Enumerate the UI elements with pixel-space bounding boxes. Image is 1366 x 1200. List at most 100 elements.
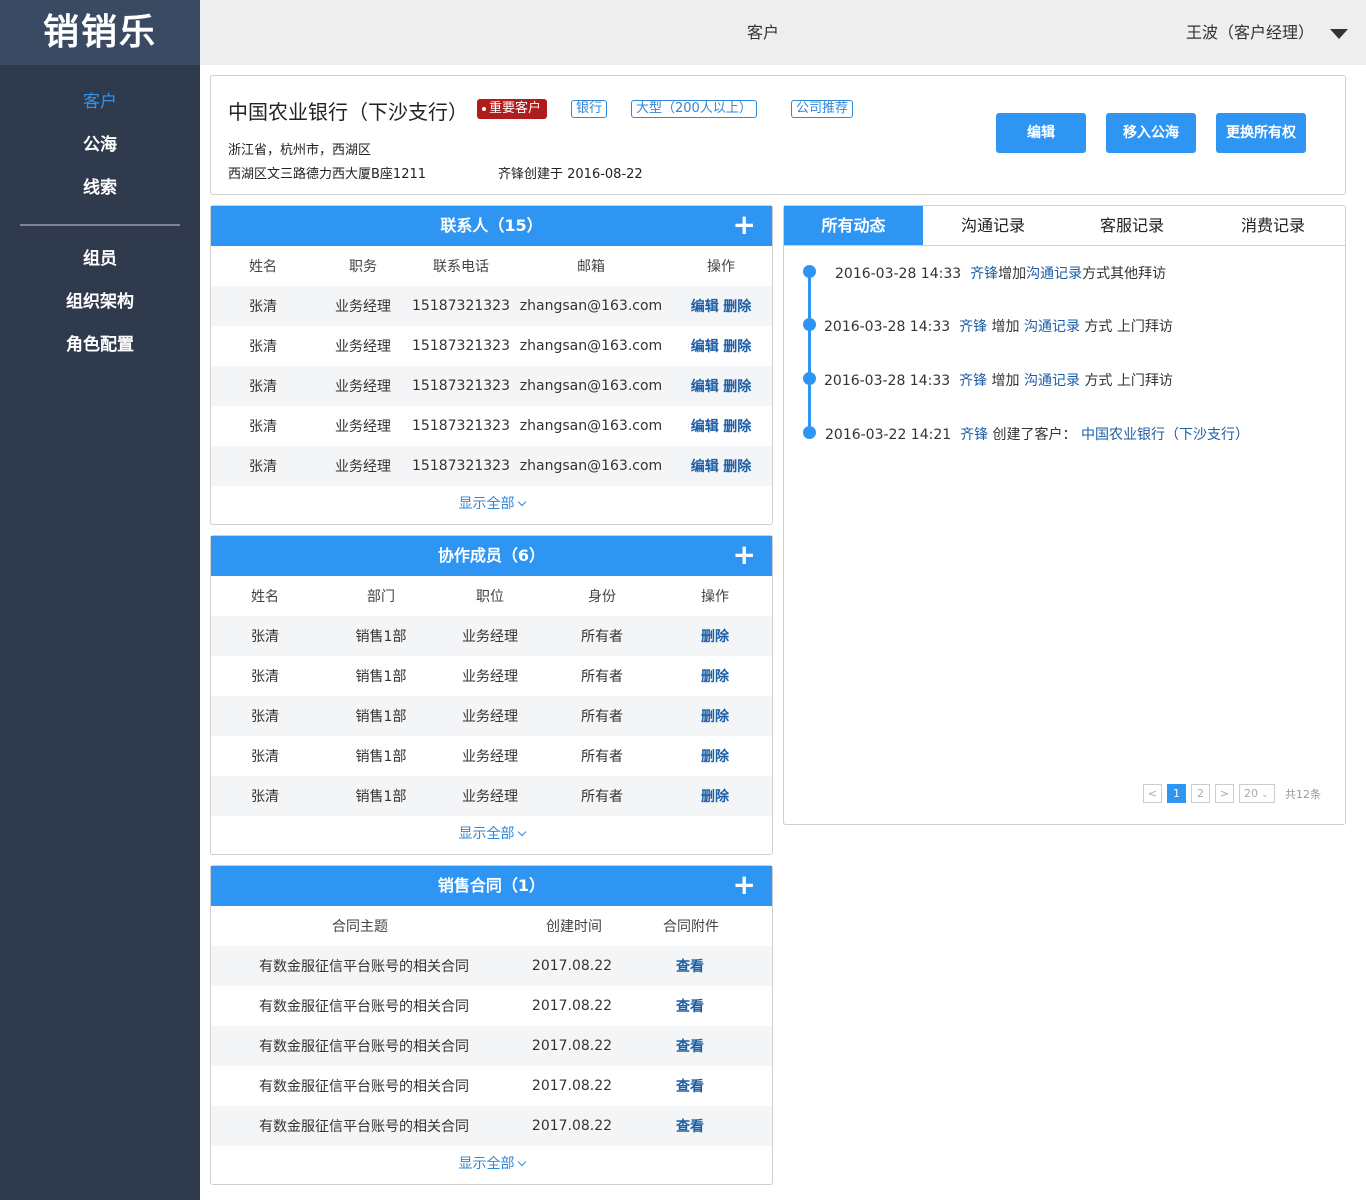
- table-cell: 业务经理: [462, 709, 518, 725]
- nav-item-customers[interactable]: 客户: [0, 81, 200, 124]
- activity-item: 2016-03-22 14:21 齐锋 创建了客户： 中国农业银行（下沙支行）: [825, 424, 1249, 444]
- activity-object[interactable]: 中国农业银行（下沙支行）: [1081, 427, 1249, 443]
- members-show-all[interactable]: 显示全部: [211, 816, 772, 853]
- table-cell: 有数金服征信平台账号的相关合同: [259, 999, 469, 1015]
- table-cell: 张清: [249, 299, 277, 315]
- table-header: 合同主题 创建时间 合同附件: [211, 906, 772, 946]
- contacts-show-all[interactable]: 显示全部: [211, 486, 772, 523]
- timeline-dot: [803, 372, 816, 385]
- add-contract-icon[interactable]: +: [733, 866, 756, 904]
- caret-down-icon[interactable]: [1330, 28, 1348, 39]
- user-name: 王波（客户经理）: [1185, 23, 1314, 42]
- table-row: 张清 销售1部 业务经理 所有者 删除: [211, 736, 772, 776]
- delete-link[interactable]: 删除: [701, 709, 729, 725]
- tab-consumption[interactable]: 消费记录: [1201, 206, 1345, 245]
- pagination: < 1 2 > 20 ⌄ 共12条: [1143, 784, 1321, 803]
- row-actions: 删除: [667, 706, 763, 726]
- members-header: 协作成员（6） +: [211, 536, 772, 576]
- move-to-pool-button[interactable]: 移入公海: [1106, 113, 1196, 153]
- table-row: 有数金服征信平台账号的相关合同 2017.08.22 查看: [211, 986, 772, 1026]
- table-row: 有数金服征信平台账号的相关合同 2017.08.22 查看: [211, 1106, 772, 1146]
- view-link[interactable]: 查看: [676, 1039, 704, 1055]
- edit-link[interactable]: 编辑: [691, 379, 719, 395]
- row-actions: 删除: [667, 626, 763, 646]
- table-cell: 业务经理: [335, 459, 391, 475]
- add-contact-icon[interactable]: +: [733, 206, 756, 244]
- activity-object[interactable]: 沟通记录: [1026, 266, 1082, 282]
- activity-user[interactable]: 齐锋: [960, 427, 988, 443]
- timeline-dot: [803, 265, 816, 278]
- activity-user[interactable]: 齐锋: [970, 266, 998, 282]
- table-row: 张清 业务经理 15187321323 zhangsan@163.com 编辑 删除: [211, 406, 772, 446]
- table-cell: 2017.08.22: [531, 958, 613, 974]
- nav-item-role-config[interactable]: 角色配置: [0, 324, 200, 367]
- change-owner-button[interactable]: 更换所有权: [1216, 113, 1306, 153]
- delete-link[interactable]: 删除: [701, 669, 729, 685]
- view-link[interactable]: 查看: [676, 959, 704, 975]
- delete-link[interactable]: 删除: [701, 629, 729, 645]
- view-link[interactable]: 查看: [676, 1119, 704, 1135]
- edit-link[interactable]: 编辑: [691, 419, 719, 435]
- page-size-select[interactable]: 20 ⌄: [1239, 784, 1275, 803]
- edit-link[interactable]: 编辑: [691, 459, 719, 475]
- nav-item-leads[interactable]: 线索: [0, 167, 200, 210]
- delete-link[interactable]: 删除: [701, 749, 729, 765]
- important-badge: 重要客户: [477, 99, 548, 119]
- delete-link[interactable]: 删除: [723, 379, 751, 395]
- tab-service[interactable]: 客服记录: [1063, 206, 1201, 245]
- activity-time: 2016-03-28 14:33: [824, 319, 951, 335]
- edit-button[interactable]: 编辑: [996, 113, 1086, 153]
- delete-link[interactable]: 删除: [723, 339, 751, 355]
- activity-user[interactable]: 齐锋: [959, 373, 987, 389]
- tab-communication[interactable]: 沟通记录: [923, 206, 1063, 245]
- column-header: 操作: [707, 259, 735, 275]
- activity-object[interactable]: 沟通记录: [1024, 373, 1080, 389]
- activity-detail: 方式其他拜访: [1082, 266, 1167, 282]
- nav-item-members[interactable]: 组员: [0, 238, 200, 281]
- table-cell: 销售1部: [355, 709, 407, 725]
- customer-created: 齐锋创建于 2016-08-22: [498, 167, 643, 182]
- delete-link[interactable]: 删除: [723, 419, 751, 435]
- tag-source: 公司推荐: [791, 100, 854, 118]
- table-cell: 业务经理: [462, 669, 518, 685]
- page-button[interactable]: 1: [1167, 784, 1186, 803]
- edit-link[interactable]: 编辑: [691, 339, 719, 355]
- page-button[interactable]: 2: [1191, 784, 1210, 803]
- table-cell: 所有者: [581, 789, 623, 805]
- delete-link[interactable]: 删除: [723, 459, 751, 475]
- tab-all-activity[interactable]: 所有动态: [784, 206, 923, 245]
- user-menu[interactable]: 王波（客户经理）: [1186, 0, 1348, 65]
- table-cell: 张清: [251, 629, 279, 645]
- delete-link[interactable]: 删除: [701, 789, 729, 805]
- column-header: 操作: [701, 589, 729, 605]
- activity-user[interactable]: 齐锋: [959, 319, 987, 335]
- nav-item-public-pool[interactable]: 公海: [0, 124, 200, 167]
- view-link[interactable]: 查看: [676, 1079, 704, 1095]
- activity-time: 2016-03-28 14:33: [835, 266, 962, 282]
- activity-object[interactable]: 沟通记录: [1024, 319, 1080, 335]
- table-cell: 15187321323: [412, 418, 510, 434]
- table-row: 张清 业务经理 15187321323 zhangsan@163.com 编辑 删除: [211, 326, 772, 366]
- table-row: 有数金服征信平台账号的相关合同 2017.08.22 查看: [211, 1026, 772, 1066]
- customer-address: 西湖区文三路德力西大厦B座1211: [228, 167, 427, 182]
- view-link[interactable]: 查看: [676, 999, 704, 1015]
- prev-page-button[interactable]: <: [1143, 784, 1162, 803]
- timeline-dot: [803, 318, 816, 331]
- table-row: 张清 销售1部 业务经理 所有者 删除: [211, 696, 772, 736]
- table-cell: 有数金服征信平台账号的相关合同: [259, 959, 469, 975]
- column-header: 身份: [588, 589, 616, 605]
- activity-detail: 方式 上门拜访: [1084, 319, 1173, 335]
- table-cell: 销售1部: [355, 749, 407, 765]
- nav-item-org-structure[interactable]: 组织架构: [0, 281, 200, 324]
- delete-link[interactable]: 删除: [723, 299, 751, 315]
- contracts-show-all[interactable]: 显示全部: [211, 1146, 772, 1183]
- next-page-button[interactable]: >: [1215, 784, 1234, 803]
- activity-panel: 所有动态 沟通记录 客服记录 消费记录 2016-03-28 14:33 齐锋增…: [783, 205, 1346, 825]
- tag-size: 大型（200人以上）: [631, 100, 757, 118]
- tag-industry: 银行: [571, 100, 608, 118]
- edit-link[interactable]: 编辑: [691, 299, 719, 315]
- activity-item: 2016-03-28 14:33 齐锋 增加 沟通记录 方式 上门拜访: [824, 370, 1173, 390]
- add-member-icon[interactable]: +: [733, 536, 756, 574]
- customer-name: 中国农业银行（下沙支行）: [228, 100, 468, 124]
- activity-time: 2016-03-28 14:33: [824, 373, 951, 389]
